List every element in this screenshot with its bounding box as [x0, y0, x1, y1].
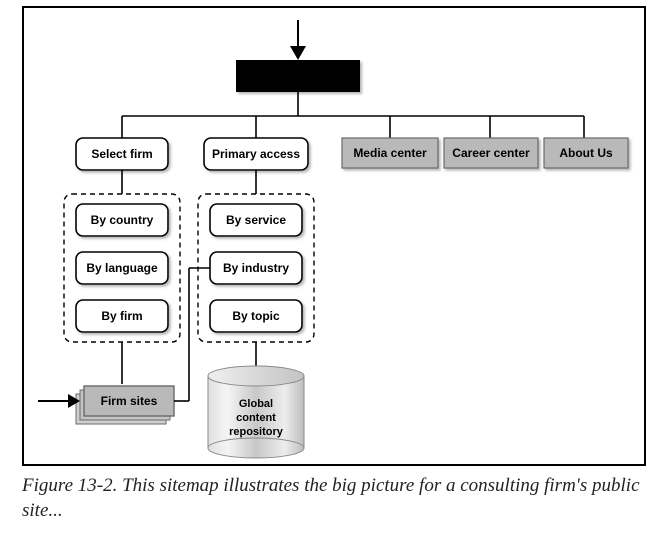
node-by-topic: By topic	[210, 300, 302, 332]
node-primary-access: Primary access	[204, 138, 308, 170]
node-by-country: By country	[76, 204, 168, 236]
firm-sites-entry-arrow	[38, 394, 80, 408]
select-firm-label: Select firm	[91, 147, 152, 161]
by-country-label: By country	[91, 213, 154, 227]
by-industry-label: By industry	[223, 261, 289, 275]
node-about-us: About Us	[544, 138, 628, 168]
node-by-language: By language	[76, 252, 168, 284]
entry-arrow	[290, 20, 306, 60]
about-us-label: About Us	[559, 146, 613, 160]
by-firm-label: By firm	[101, 309, 142, 323]
node-select-firm: Select firm	[76, 138, 168, 170]
node-by-industry: By industry	[210, 252, 302, 284]
figure-border: Main gateway Select firm Primary access	[22, 6, 646, 466]
node-main-gateway: Main gateway	[236, 60, 360, 92]
node-global-content-repository: Global content repository	[208, 366, 304, 458]
firm-sites-label: Firm sites	[101, 394, 158, 408]
main-gateway-label: Main gateway	[256, 68, 341, 83]
figure-container: Main gateway Select firm Primary access	[0, 0, 671, 550]
node-by-firm: By firm	[76, 300, 168, 332]
figure-caption: Figure 13-2. This sitemap illustrates th…	[22, 474, 646, 523]
media-center-label: Media center	[353, 146, 427, 160]
repo-label-1: Global	[239, 398, 273, 410]
repo-label-2: content	[236, 412, 276, 424]
node-media-center: Media center	[342, 138, 438, 168]
node-by-service: By service	[210, 204, 302, 236]
repo-label-3: repository	[229, 426, 284, 438]
sitemap-svg: Main gateway Select firm Primary access	[24, 8, 644, 464]
by-service-label: By service	[226, 213, 286, 227]
primary-access-label: Primary access	[212, 147, 300, 161]
career-center-label: Career center	[452, 146, 530, 160]
node-career-center: Career center	[444, 138, 538, 168]
node-firm-sites: Firm sites	[76, 386, 174, 424]
by-language-label: By language	[86, 261, 158, 275]
by-topic-label: By topic	[232, 309, 280, 323]
